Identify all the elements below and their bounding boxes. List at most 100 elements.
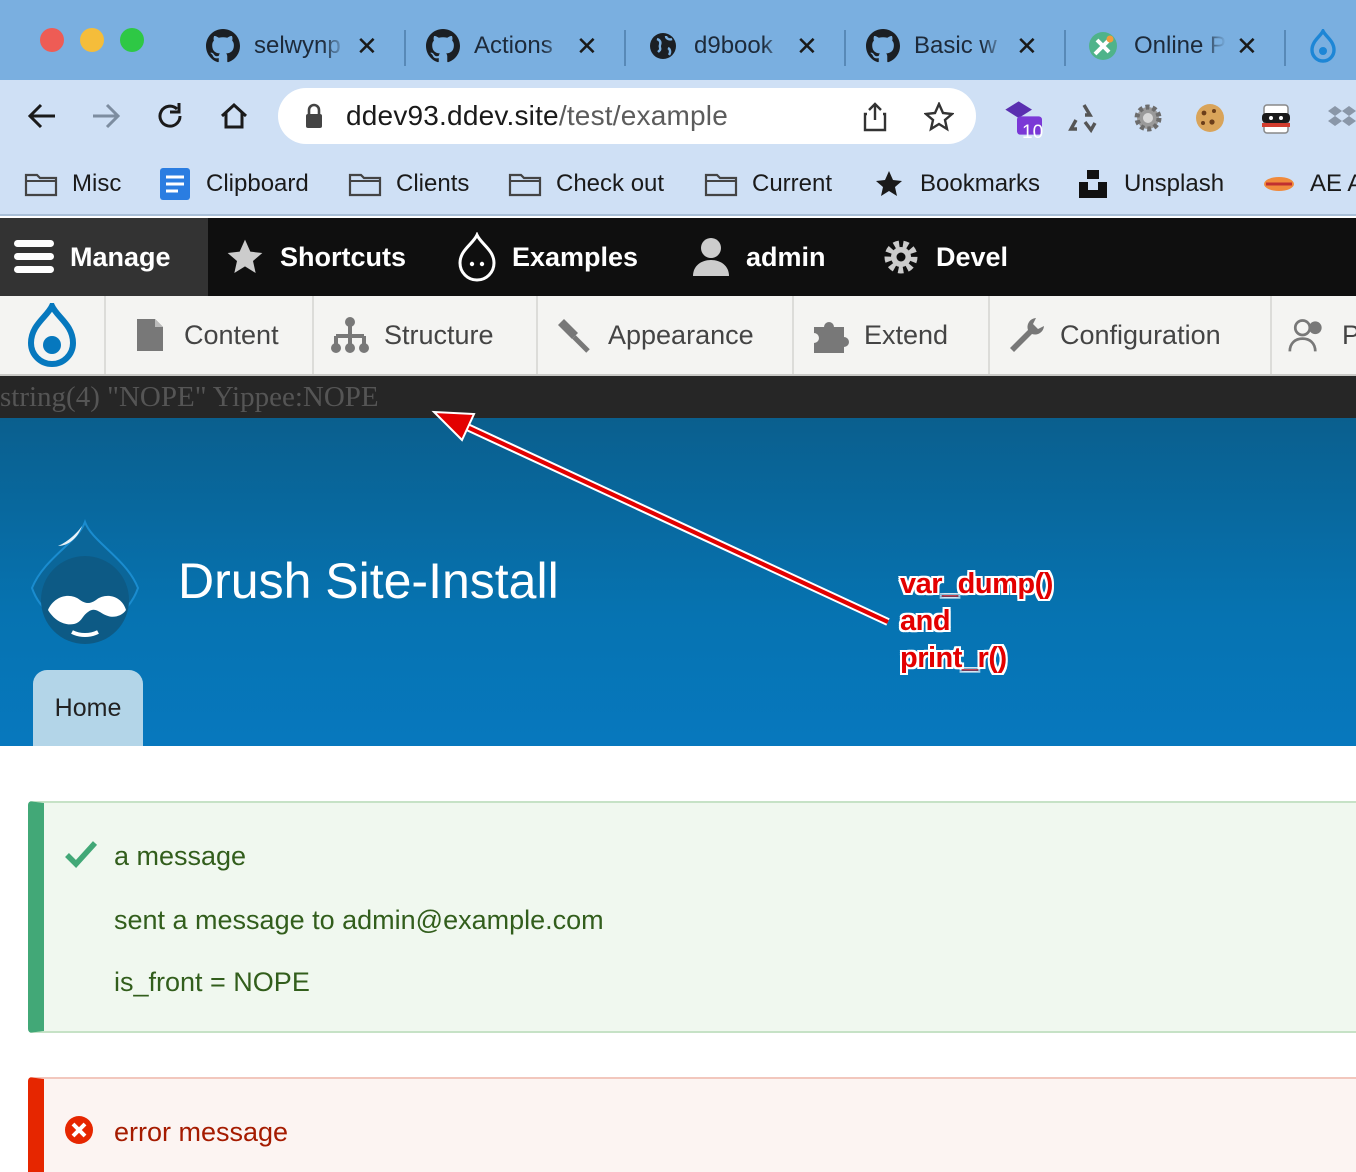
tab-label: Basic w: [914, 32, 997, 59]
error-message: error message: [28, 1077, 1356, 1172]
star-icon: [872, 170, 906, 198]
site-name[interactable]: Drush Site-Install: [178, 552, 559, 610]
extension-badge-count: 10: [1022, 122, 1044, 143]
browser-tab[interactable]: Online P ✕: [1086, 24, 1258, 68]
debug-output: string(4) "NOPE" Yippee:NOPE: [0, 376, 1356, 418]
close-icon[interactable]: ✕: [796, 31, 818, 62]
bandit-mask-icon: [1262, 104, 1290, 134]
bookmark-item[interactable]: Clients: [348, 164, 469, 204]
tab-label: Online P: [1134, 32, 1226, 59]
site-logo[interactable]: [26, 518, 144, 654]
share-icon[interactable]: [862, 102, 888, 132]
extension-badge-button[interactable]: 10: [1002, 98, 1043, 143]
forward-button[interactable]: [86, 96, 126, 136]
tray-label: P: [1342, 319, 1356, 350]
reload-icon: [158, 103, 182, 128]
extension-button[interactable]: [1064, 98, 1104, 138]
tab-separator: [624, 30, 626, 66]
extension-button[interactable]: [1128, 98, 1168, 138]
tray-label: Configuration: [1060, 319, 1221, 350]
dropbox-icon: [1328, 106, 1356, 126]
status-message-text: sent a message to admin@example.com: [114, 905, 604, 935]
tab-separator: [1284, 30, 1286, 66]
bookmark-label: Check out: [556, 170, 665, 197]
error-message-text: error message: [114, 1117, 289, 1147]
tray-people[interactable]: P: [1272, 296, 1356, 374]
browser-tab[interactable]: selwynp ✕: [206, 24, 378, 68]
close-icon[interactable]: ✕: [356, 31, 378, 62]
browser-tab[interactable]: Basic w ✕: [866, 24, 1038, 68]
close-icon[interactable]: ✕: [1236, 31, 1258, 62]
github-icon: [206, 29, 240, 63]
tab-separator: [404, 30, 406, 66]
toolbar-label: Devel: [936, 241, 1009, 272]
browser-tab[interactable]: [1306, 24, 1354, 68]
tray-appearance[interactable]: Appearance: [538, 296, 794, 374]
arrow-right-icon: [93, 103, 121, 129]
extension-button[interactable]: [1322, 98, 1356, 138]
window-close-button[interactable]: [40, 28, 64, 52]
recycle-icon: [1068, 104, 1097, 134]
extension-button[interactable]: [1256, 98, 1296, 138]
reload-button[interactable]: [150, 96, 190, 136]
extension-button[interactable]: [1190, 98, 1230, 138]
bookmark-item[interactable]: Current: [704, 164, 832, 204]
bookmarks-bar: Misc Clipboard Clients Check out Current…: [0, 152, 1356, 216]
window-minimize-button[interactable]: [80, 28, 104, 52]
checkmark-icon: [65, 841, 98, 868]
close-icon[interactable]: ✕: [1016, 31, 1038, 62]
toolbar-examples[interactable]: Examples: [456, 218, 638, 296]
bookmark-label: Clients: [396, 170, 470, 197]
folder-icon: [348, 170, 382, 198]
tab-label: selwynp: [254, 32, 341, 59]
tab-label: Actions: [474, 32, 553, 59]
browser-tab-bar: selwynp ✕ Actions ✕ d9book ✕ Basic w ✕ O…: [0, 0, 1356, 80]
toolbar-manage[interactable]: Manage: [0, 218, 208, 296]
address-bar[interactable]: ddev93.ddev.site/test/example: [278, 88, 976, 144]
document-icon: [130, 315, 170, 355]
toolbar-label: Examples: [512, 241, 639, 272]
browser-tab[interactable]: d9book ✕: [646, 24, 818, 68]
bookmark-item[interactable]: Bookmarks: [872, 164, 1040, 204]
close-icon[interactable]: ✕: [576, 31, 598, 62]
bookmark-item[interactable]: AE A: [1262, 164, 1356, 204]
status-message-text: is_front = NOPE: [114, 967, 310, 997]
drupal-drop-icon: [1306, 29, 1340, 63]
people-icon: [1288, 315, 1328, 355]
url-path: /test/example: [558, 100, 728, 131]
site-header: Drush Site-Install Home: [0, 418, 1356, 746]
bookmark-item[interactable]: Misc: [24, 164, 121, 204]
annotation-line: var_dump(): [900, 568, 1053, 600]
tray-configuration[interactable]: Configuration: [990, 296, 1272, 374]
bookmark-label: Misc: [72, 170, 122, 197]
bookmark-item[interactable]: Unsplash: [1076, 164, 1224, 204]
gear-icon: [1134, 104, 1162, 132]
toolbar-user[interactable]: admin: [690, 218, 826, 296]
tray-label: Appearance: [608, 319, 754, 350]
window-zoom-button[interactable]: [120, 28, 144, 52]
bookmark-star-icon[interactable]: [924, 102, 954, 132]
url-text: ddev93.ddev.site/test/example: [346, 100, 728, 132]
home-button[interactable]: [214, 96, 254, 136]
toolbar-shortcuts[interactable]: Shortcuts: [224, 218, 406, 296]
bookmark-label: AE A: [1310, 170, 1356, 197]
toolbar-label: Manage: [70, 241, 171, 272]
status-message: a message sent a message to admin@exampl…: [28, 801, 1356, 1033]
tray-home-logo[interactable]: [0, 296, 106, 374]
url-host: ddev93.ddev.site: [346, 100, 559, 131]
bookmark-item[interactable]: Clipboard: [158, 164, 309, 204]
toolbar-devel[interactable]: Devel: [880, 218, 1008, 296]
paint-roller-icon: [554, 315, 594, 355]
home-tab[interactable]: Home: [33, 670, 143, 746]
bookmark-label: Unsplash: [1124, 170, 1225, 197]
tray-structure[interactable]: Structure: [314, 296, 538, 374]
tray-extend[interactable]: Extend: [794, 296, 990, 374]
drupal-drop-icon: [456, 232, 498, 282]
drupal-drop-icon: [27, 303, 77, 367]
back-button[interactable]: [22, 96, 62, 136]
status-message-text: a message: [114, 841, 247, 871]
user-icon: [690, 236, 732, 278]
bookmark-item[interactable]: Check out: [508, 164, 664, 204]
browser-tab[interactable]: Actions ✕: [426, 24, 598, 68]
tray-content[interactable]: Content: [106, 296, 314, 374]
